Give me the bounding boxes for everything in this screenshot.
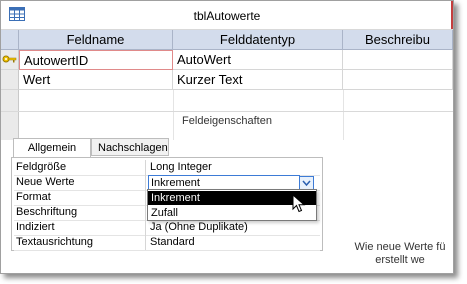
column-header-beschreibung[interactable]: Beschreibu [343, 30, 453, 50]
property-label: Feldgröße [14, 160, 146, 175]
dropdown-option-inkrement[interactable]: Inkrement [148, 191, 316, 205]
cell-felddatentyp[interactable]: Kurzer Text [173, 70, 343, 90]
property-value[interactable]: Standard [148, 235, 318, 250]
cell-beschreibung[interactable] [343, 70, 453, 90]
primary-key-icon [2, 55, 17, 63]
tab-allgemein[interactable]: Allgemein [13, 138, 91, 158]
help-text: Wie neue Werte fü erstellt we [347, 241, 453, 267]
tab-nachschlagen[interactable]: Nachschlagen [91, 138, 169, 156]
property-label: Indiziert [14, 220, 146, 235]
cell-felddatentyp[interactable]: AutoWert [173, 50, 343, 70]
chevron-down-icon [302, 180, 311, 187]
dropdown-option-zufall[interactable]: Zufall [148, 206, 316, 220]
row-selector[interactable] [1, 50, 19, 70]
mouse-pointer-icon [292, 194, 306, 213]
property-row[interactable]: Textausrichtung Standard [14, 235, 320, 251]
property-label: Neue Werte [14, 175, 146, 190]
property-label: Format [14, 190, 146, 205]
property-label: Beschriftung [14, 205, 146, 220]
cell-beschreibung[interactable] [343, 50, 453, 70]
grid-bottom-border [1, 111, 453, 112]
window-title: tblAutowerte [193, 9, 261, 23]
dropdown-button[interactable] [299, 176, 314, 190]
row-selector-header[interactable] [1, 30, 19, 50]
section-label: Feldeigenschaften [182, 115, 272, 127]
neue-werte-combobox[interactable]: Inkrement [148, 175, 300, 190]
help-text-line: Wie neue Werte fü [354, 241, 446, 253]
help-text-line: erstellt we [375, 254, 425, 266]
property-row[interactable]: Indiziert Ja (Ohne Duplikate) [14, 220, 320, 236]
cell-feldname[interactable]: AutowertID [19, 50, 173, 70]
column-header-felddatentyp[interactable]: Felddatentyp [173, 30, 343, 50]
property-value[interactable]: Ja (Ohne Duplikate) [148, 220, 318, 235]
property-label: Textausrichtung [14, 235, 146, 250]
title-bar: tblAutowerte [1, 1, 453, 30]
property-row[interactable]: Feldgröße Long Integer [14, 160, 320, 176]
column-header-feldname[interactable]: Feldname [19, 30, 173, 50]
row-selector[interactable] [1, 70, 19, 90]
cell-feldname[interactable]: Wert [19, 70, 173, 90]
property-value[interactable]: Long Integer [148, 160, 318, 175]
table-design-window: tblAutowerte Feldname Felddatentyp Besch… [0, 0, 454, 274]
window-edge-accent [451, 1, 453, 29]
